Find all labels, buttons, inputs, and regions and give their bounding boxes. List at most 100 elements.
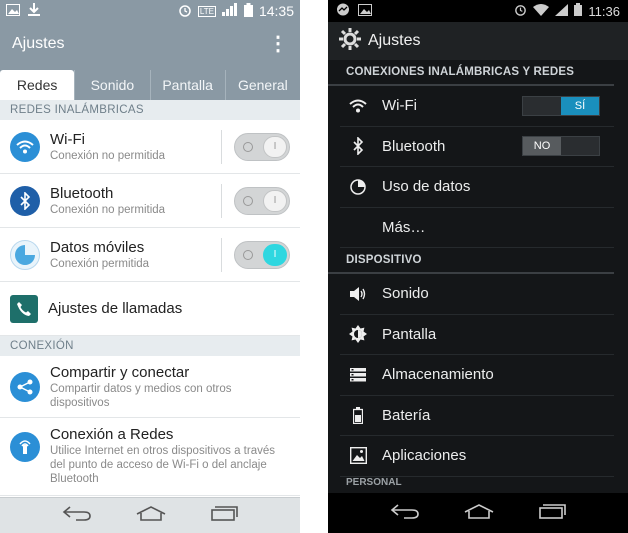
divider bbox=[221, 237, 222, 272]
setting-row-battery[interactable]: Batería bbox=[340, 396, 614, 436]
tab-sonido[interactable]: Sonido bbox=[74, 70, 149, 100]
alarm-icon bbox=[178, 3, 192, 20]
share-icon bbox=[10, 371, 40, 402]
setting-row-bluetooth[interactable]: Bluetooth NO bbox=[340, 127, 614, 167]
download-notification-icon bbox=[28, 2, 40, 20]
setting-subtitle: Conexión permitida bbox=[50, 257, 150, 270]
setting-row-display[interactable]: Pantalla bbox=[340, 315, 614, 355]
setting-row-apps[interactable]: Aplicaciones bbox=[340, 436, 614, 477]
clock: 11:36 bbox=[588, 3, 620, 19]
section-header-connection: CONEXIÓN bbox=[0, 336, 300, 356]
setting-subtitle: Compartir datos y medios con otros dispo… bbox=[50, 382, 232, 409]
apps-icon bbox=[348, 446, 368, 466]
status-bar: 11:36 bbox=[328, 0, 628, 22]
setting-row-call-settings[interactable]: Ajustes de llamadas bbox=[0, 282, 300, 336]
setting-title: Compartir y conectar bbox=[50, 363, 190, 381]
bluetooth-icon bbox=[10, 185, 40, 216]
overflow-menu-icon[interactable]: ⋮ bbox=[268, 34, 288, 54]
setting-label: Uso de datos bbox=[382, 178, 471, 196]
home-icon[interactable] bbox=[135, 505, 167, 526]
settings-gear-icon[interactable] bbox=[338, 27, 362, 56]
section-header-wireless: CONEXIONES INALÁMBRICAS Y REDES bbox=[328, 60, 614, 86]
setting-title: Ajustes de llamadas bbox=[48, 299, 183, 317]
brightness-icon bbox=[348, 324, 368, 344]
setting-subtitle: Conexión no permitida bbox=[50, 149, 166, 162]
status-bar: LTE 14:35 bbox=[0, 0, 300, 22]
bluetooth-icon bbox=[348, 136, 368, 156]
setting-title: Datos móviles bbox=[50, 238, 145, 256]
battery-icon bbox=[243, 2, 253, 20]
wifi-icon bbox=[10, 131, 40, 162]
signal-icon bbox=[221, 3, 238, 19]
setting-row-storage[interactable]: Almacenamiento bbox=[340, 355, 614, 396]
setting-row-tethering[interactable]: Conexión a Redes Utilice Internet en otr… bbox=[0, 418, 300, 496]
tab-pantalla[interactable]: Pantalla bbox=[149, 70, 225, 100]
section-header-wireless: REDES INALÁMBRICAS bbox=[0, 100, 300, 120]
setting-row-bluetooth[interactable]: Bluetooth Conexión no permitida I bbox=[0, 174, 300, 228]
storage-icon bbox=[348, 365, 368, 385]
recent-apps-icon[interactable] bbox=[210, 505, 239, 526]
mobile-data-toggle[interactable]: I bbox=[234, 240, 290, 269]
lg-settings-screen: LTE 14:35 Ajustes ⋮ Redes Sonido Pantall… bbox=[0, 0, 300, 533]
setting-row-share-connect[interactable]: Compartir y conectar Compartir datos y m… bbox=[0, 356, 300, 418]
section-header-personal: PERSONAL bbox=[346, 476, 402, 488]
setting-label: Aplicaciones bbox=[382, 447, 467, 465]
messenger-notification-icon bbox=[336, 3, 350, 20]
navigation-bar bbox=[0, 497, 300, 533]
setting-label: Sonido bbox=[382, 285, 429, 303]
action-bar: Ajustes bbox=[328, 22, 628, 60]
tab-redes[interactable]: Redes bbox=[0, 70, 75, 100]
wifi-status-icon bbox=[533, 3, 550, 19]
setting-title: Wi-Fi bbox=[50, 130, 85, 148]
phone-icon bbox=[10, 294, 38, 323]
page-title: Ajustes bbox=[368, 32, 421, 49]
tethering-icon bbox=[10, 432, 40, 462]
setting-label: Bluetooth bbox=[382, 137, 446, 155]
wifi-icon bbox=[348, 96, 368, 116]
screenshot-composite: LTE 14:35 Ajustes ⋮ Redes Sonido Pantall… bbox=[0, 0, 628, 533]
back-icon[interactable] bbox=[390, 503, 420, 524]
tab-general[interactable]: General bbox=[224, 70, 300, 100]
divider bbox=[221, 183, 222, 218]
data-usage-icon bbox=[348, 177, 368, 197]
signal-icon bbox=[555, 3, 569, 19]
stock-android-settings-screen: 11:36 Ajustes CONEXIONES INALÁMBRICAS Y … bbox=[328, 0, 628, 533]
back-icon[interactable] bbox=[62, 505, 92, 526]
tab-bar: Redes Sonido Pantalla General bbox=[0, 66, 300, 100]
switch-off-label: NO bbox=[523, 137, 561, 156]
bluetooth-toggle[interactable]: I bbox=[234, 186, 290, 215]
setting-row-wifi[interactable]: Wi-Fi SÍ bbox=[340, 86, 614, 127]
setting-label: Almacenamiento bbox=[382, 366, 494, 384]
setting-row-more[interactable]: Más… bbox=[340, 208, 614, 248]
battery-icon bbox=[348, 405, 368, 425]
app-bar: Ajustes ⋮ bbox=[0, 22, 300, 66]
switch-on-label: SÍ bbox=[561, 96, 599, 115]
setting-label: Pantalla bbox=[382, 325, 437, 343]
wifi-switch[interactable]: SÍ bbox=[522, 95, 600, 116]
setting-row-sound[interactable]: Sonido bbox=[340, 274, 614, 315]
setting-title: Bluetooth bbox=[50, 184, 114, 202]
setting-row-mobile-data[interactable]: Datos móviles Conexión permitida I bbox=[0, 228, 300, 282]
wifi-toggle[interactable]: I bbox=[234, 132, 290, 161]
page-title: Ajustes bbox=[12, 35, 65, 52]
home-icon[interactable] bbox=[463, 503, 495, 524]
lte-icon: LTE bbox=[197, 5, 216, 17]
setting-subtitle: Utilice Internet en otros dispositivos a… bbox=[50, 445, 275, 485]
recent-apps-icon[interactable] bbox=[538, 503, 567, 524]
setting-subtitle: Conexión no permitida bbox=[50, 203, 166, 216]
setting-title: Conexión a Redes bbox=[50, 426, 174, 443]
setting-row-data-usage[interactable]: Uso de datos bbox=[340, 167, 614, 208]
section-header-device: DISPOSITIVO bbox=[328, 248, 614, 274]
bluetooth-switch[interactable]: NO bbox=[522, 136, 600, 157]
navigation-bar bbox=[328, 493, 628, 533]
gallery-notification-icon bbox=[6, 3, 20, 19]
battery-icon bbox=[574, 3, 583, 19]
setting-label: Más… bbox=[382, 218, 426, 236]
clock: 14:35 bbox=[258, 3, 294, 19]
setting-label: Batería bbox=[382, 406, 431, 424]
alarm-icon bbox=[514, 3, 527, 19]
mobile-data-icon bbox=[10, 239, 40, 270]
setting-label: Wi-Fi bbox=[382, 97, 417, 115]
volume-icon bbox=[348, 284, 368, 304]
setting-row-wifi[interactable]: Wi-Fi Conexión no permitida I bbox=[0, 120, 300, 174]
